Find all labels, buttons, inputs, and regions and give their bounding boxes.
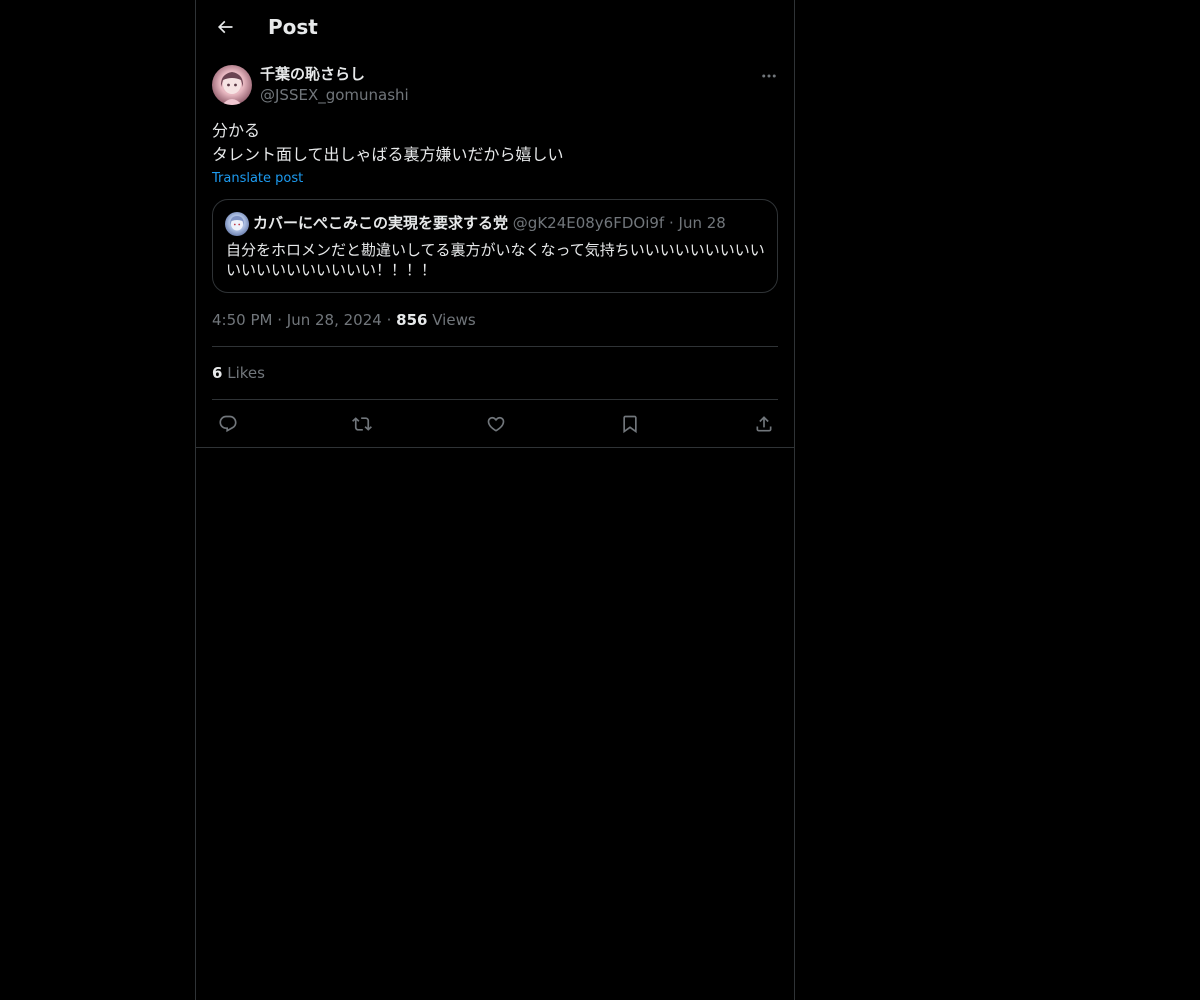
divider (196, 447, 794, 448)
author-name[interactable]: 千葉の恥さらし (260, 64, 365, 84)
avatar[interactable] (212, 65, 252, 105)
reply-icon (218, 414, 238, 434)
like-icon (486, 414, 506, 434)
bookmark-icon (620, 414, 640, 434)
views-count: 856 (396, 311, 428, 329)
quote-date: Jun 28 (678, 214, 726, 232)
likes-count: 6 (212, 364, 223, 382)
separator-dot: · (668, 214, 674, 232)
divider (212, 346, 778, 347)
quote-author-name: カバーにぺこみこの実現を要求する党 (253, 214, 509, 232)
more-options-button[interactable] (756, 63, 782, 89)
post-column: Post 千葉の恥さらし @JSSEX_gomunashi 分かる タレント面し… (195, 0, 795, 1000)
post-meta: 4:50 PM · Jun 28, 2024 · 856 Views (212, 310, 476, 330)
quoted-post[interactable]: カバーにぺこみこの実現を要求する党 @gK24E08y6FDOi9f · Jun… (212, 199, 778, 293)
quote-avatar (225, 212, 249, 236)
repost-button[interactable] (347, 409, 377, 439)
likes-label: Likes (227, 364, 265, 382)
quote-text: 自分をホロメンだと勘違いしてる裏方がいなくなって気持ちいいいいいいいいいいいいい… (226, 241, 765, 279)
share-icon (754, 414, 774, 434)
post-date[interactable]: Jun 28, 2024 (287, 311, 382, 329)
views-label: Views (432, 311, 476, 329)
post-time[interactable]: 4:50 PM (212, 311, 272, 329)
quote-author-handle: @gK24E08y6FDOi9f (512, 214, 665, 232)
page-title: Post (268, 15, 318, 39)
action-bar (196, 400, 794, 447)
share-button[interactable] (749, 409, 779, 439)
like-button[interactable] (481, 409, 511, 439)
reply-button[interactable] (213, 409, 243, 439)
translate-post-link[interactable]: Translate post (212, 170, 303, 188)
separator-dot: · (277, 311, 283, 329)
author-handle[interactable]: @JSSEX_gomunashi (260, 85, 409, 105)
post-text: 分かる タレント面して出しゃばる裏方嫌いだから嬉しい (212, 119, 778, 167)
post-text-line: 分かる (212, 121, 261, 140)
back-button[interactable] (208, 10, 242, 44)
repost-icon (352, 414, 372, 434)
bookmark-button[interactable] (615, 409, 645, 439)
separator-dot: · (386, 311, 392, 329)
header: Post (196, 0, 794, 53)
quote-meta: カバーにぺこみこの実現を要求する党 @gK24E08y6FDOi9f · Jun… (253, 213, 726, 233)
post-text-line: タレント面して出しゃばる裏方嫌いだから嬉しい (212, 145, 564, 164)
likes-link[interactable]: 6 Likes (212, 363, 265, 383)
more-icon (760, 67, 778, 85)
arrow-left-icon (215, 17, 235, 37)
